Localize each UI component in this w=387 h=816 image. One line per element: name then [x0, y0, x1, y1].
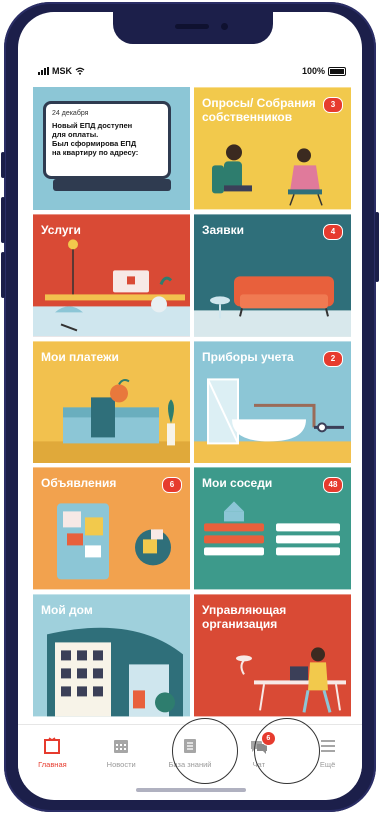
tile-requests[interactable]: Заявки 4 [194, 214, 351, 337]
tile-title: Опросы/ Собрания собственников [202, 96, 316, 124]
wifi-icon [75, 67, 85, 75]
tile-title: Приборы учета [202, 349, 294, 364]
tile-news[interactable]: 24 декабря Новый ЕПД доступен для оплаты… [33, 87, 190, 210]
tile-polls[interactable]: Опросы/ Собрания собственников 3 [194, 87, 351, 210]
signal-icon [38, 67, 49, 75]
highlight-circle-chat [254, 718, 320, 784]
tile-payments[interactable]: Мои платежи [33, 340, 190, 464]
notification-badge: 4 [323, 223, 343, 240]
tile-title: Мои платежи [41, 349, 119, 364]
tile-neighbors[interactable]: Мои соседи 48 [194, 467, 351, 590]
tab-news[interactable]: Новости [87, 725, 156, 785]
notification-badge: 2 [323, 350, 343, 367]
tile-announcements[interactable]: Объявления 6 [33, 467, 190, 590]
notification-badge: 48 [323, 477, 343, 494]
tile-management-company[interactable]: Управляющая организация [194, 594, 351, 717]
tile-title: Объявления [41, 476, 117, 491]
tile-title: Управляющая организация [202, 603, 287, 631]
battery-icon [328, 66, 346, 76]
calendar-icon [114, 740, 129, 753]
tab-label: Ещё [319, 760, 336, 769]
carrier-label: MSK [52, 66, 72, 76]
tile-my-home[interactable]: Мой дом [33, 594, 190, 717]
app-screen: MSK 100% 24 декабря Новый ЕПД доступен д… [18, 12, 362, 800]
tile-title: Мои соседи [202, 476, 273, 491]
home-indicator [136, 788, 246, 792]
home-icon [44, 737, 61, 754]
volume-up-button [1, 197, 5, 243]
tab-home[interactable]: Главная [18, 725, 87, 785]
highlight-circle-knowledge-base [172, 718, 238, 784]
notification-badge: 3 [323, 97, 343, 113]
tile-title: Услуги [41, 222, 81, 237]
speaker [175, 24, 209, 29]
news-card: 24 декабря Новый ЕПД доступен для оплаты… [43, 101, 171, 179]
dashboard-grid: 24 декабря Новый ЕПД доступен для оплаты… [33, 87, 351, 717]
notch [113, 12, 273, 44]
news-date: 24 декабря [52, 110, 89, 117]
tile-title: Мой дом [41, 603, 93, 618]
phone-frame: MSK 100% 24 декабря Новый ЕПД доступен д… [1, 2, 379, 812]
mute-switch [1, 152, 5, 178]
menu-icon [320, 740, 335, 752]
tab-label: Новости [106, 760, 136, 769]
front-camera [221, 23, 228, 30]
laptop-base [53, 179, 171, 191]
news-text: Новый ЕПД доступен для оплаты. Был сформ… [52, 121, 139, 157]
notification-badge: 6 [162, 477, 182, 494]
power-button [375, 212, 379, 282]
tile-services[interactable]: Услуги [33, 214, 190, 337]
tab-label: Главная [38, 760, 67, 769]
volume-down-button [1, 252, 5, 298]
battery-percent: 100% [301, 66, 325, 76]
tile-meters[interactable]: Приборы учета 2 [194, 340, 351, 464]
tile-title: Заявки [202, 222, 244, 237]
status-bar: MSK 100% [18, 64, 362, 80]
